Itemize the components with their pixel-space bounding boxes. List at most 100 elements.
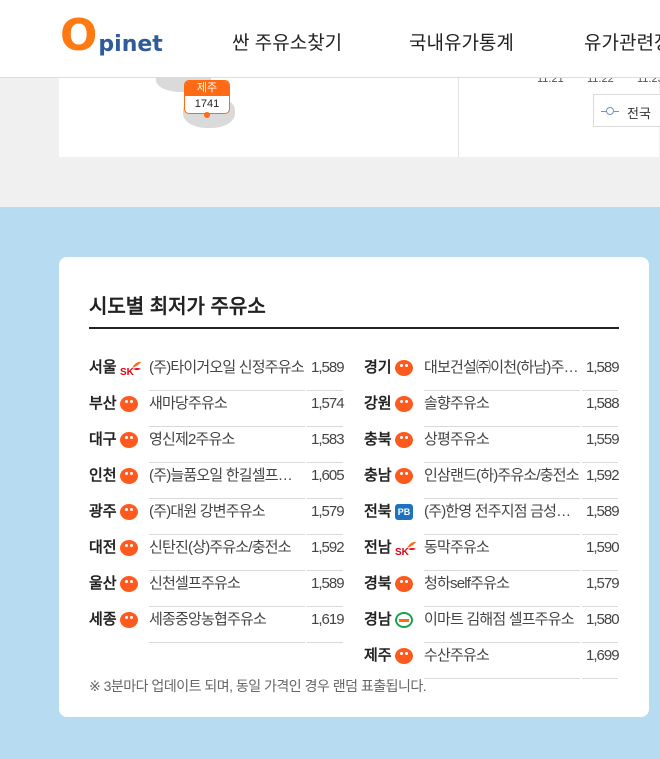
legend-marker-icon <box>606 107 614 115</box>
update-footnote: ※ 3분마다 업데이트 되며, 동일 가격인 경우 랜덤 표출됩니다. <box>89 678 427 694</box>
station-price: 1,699 <box>586 647 620 664</box>
station-price: 1,579 <box>586 575 620 592</box>
row-divider <box>149 462 305 463</box>
gs-caltex-icon <box>120 396 138 412</box>
station-row[interactable]: 서울 SK (주)타이거오일 신정주유소 1,589 <box>89 356 345 392</box>
station-name-link[interactable]: 청하self주유소 <box>424 572 580 596</box>
station-name-link[interactable]: 솔향주유소 <box>424 392 580 416</box>
jeju-price-badge[interactable]: 제주 1741 <box>184 80 230 114</box>
region-label: 충북 <box>364 431 392 448</box>
region-label: 강원 <box>364 395 392 412</box>
row-divider <box>582 642 618 643</box>
station-name-link[interactable]: (주)대원 강변주유소 <box>149 500 305 524</box>
nav-cheap-station-search[interactable]: 싼 주유소찾기 <box>232 28 342 55</box>
region-label: 충남 <box>364 467 392 484</box>
station-name-link[interactable]: 세종중앙농협주유소 <box>149 608 305 632</box>
station-name-link[interactable]: (주)한영 전주지점 금성주유소 <box>424 500 580 524</box>
row-divider <box>424 390 580 391</box>
station-row[interactable]: 경북 청하self주유소 1,579 <box>364 572 620 608</box>
row-divider <box>424 678 580 679</box>
station-row[interactable]: 광주 (주)대원 강변주유소 1,579 <box>89 500 345 536</box>
row-divider <box>307 498 343 499</box>
nav-price-related-info[interactable]: 유가관련정보 <box>584 28 660 55</box>
sk-energy-icon: SK <box>120 360 142 378</box>
gs-caltex-icon <box>120 432 138 448</box>
station-name-link[interactable]: 신천셀프주유소 <box>149 572 305 596</box>
station-name-link[interactable]: 이마트 김해점 셀프주유소 <box>424 608 580 632</box>
region-label: 부산 <box>89 395 117 412</box>
region-label: 제주 <box>364 647 392 664</box>
row-divider <box>424 462 580 463</box>
station-row[interactable]: 부산 새마당주유소 1,574 <box>89 392 345 428</box>
station-price: 1,619 <box>311 611 345 628</box>
row-divider <box>424 642 580 643</box>
station-price: 1,559 <box>586 431 620 448</box>
station-price: 1,589 <box>311 575 345 592</box>
row-divider <box>307 570 343 571</box>
region-label: 광주 <box>89 503 117 520</box>
pb-icon: PB <box>395 504 413 520</box>
row-divider <box>149 534 305 535</box>
station-price: 1,589 <box>586 359 620 376</box>
station-row[interactable]: 대구 영신제2주유소 1,583 <box>89 428 345 464</box>
station-row[interactable]: 전남 SK 동막주유소 1,590 <box>364 536 620 572</box>
row-divider <box>424 498 580 499</box>
station-name-link[interactable]: 신탄진(상)주유소/충전소 <box>149 536 305 560</box>
station-name-link[interactable]: 상평주유소 <box>424 428 580 452</box>
station-price: 1,590 <box>586 539 620 556</box>
row-divider <box>307 462 343 463</box>
svg-text:SK: SK <box>120 367 135 376</box>
gs-caltex-icon <box>395 432 413 448</box>
sk-energy-icon: SK <box>395 540 417 558</box>
row-divider <box>307 606 343 607</box>
region-label: 전북 <box>364 503 392 520</box>
station-row[interactable]: 세종 세종중앙농협주유소 1,619 <box>89 608 345 644</box>
gs-caltex-icon <box>395 576 413 592</box>
row-divider <box>149 498 305 499</box>
title-divider <box>89 327 619 329</box>
station-row[interactable]: 충남 인삼랜드(하)주유소/충전소 1,592 <box>364 464 620 500</box>
region-label: 서울 <box>89 359 117 376</box>
station-name-link[interactable]: (주)늘품오일 한길셀프주유소 <box>149 464 305 488</box>
station-row[interactable]: 울산 신천셀프주유소 1,589 <box>89 572 345 608</box>
station-row[interactable]: 충북 상평주유소 1,559 <box>364 428 620 464</box>
station-name-link[interactable]: 영신제2주유소 <box>149 428 305 452</box>
gs-caltex-icon <box>120 576 138 592</box>
station-name-link[interactable]: 수산주유소 <box>424 644 580 668</box>
region-label: 인천 <box>89 467 117 484</box>
nav-domestic-price-stats[interactable]: 국내유가통계 <box>409 28 514 55</box>
row-divider <box>149 426 305 427</box>
site-header: O pinet 싼 주유소찾기 국내유가통계 유가관련정보 <box>0 0 660 78</box>
station-row[interactable]: 경남 이마트 김해점 셀프주유소 1,580 <box>364 608 620 644</box>
station-name-link[interactable]: 인삼랜드(하)주유소/충전소 <box>424 464 580 488</box>
station-row[interactable]: 인천 (주)늘품오일 한길셀프주유소 1,605 <box>89 464 345 500</box>
row-divider <box>307 426 343 427</box>
panel-divider <box>458 78 459 157</box>
station-name-link[interactable]: (주)타이거오일 신정주유소 <box>149 356 305 380</box>
gs-caltex-icon <box>395 468 413 484</box>
gs-caltex-icon <box>120 612 138 628</box>
svg-text:SK: SK <box>395 547 410 556</box>
row-divider <box>149 642 305 643</box>
station-price: 1,579 <box>311 503 345 520</box>
region-label: 울산 <box>89 575 117 592</box>
station-row[interactable]: 대전 신탄진(상)주유소/충전소 1,592 <box>89 536 345 572</box>
station-row[interactable]: 전북 PB (주)한영 전주지점 금성주유소 1,589 <box>364 500 620 536</box>
gs-caltex-icon <box>395 396 413 412</box>
row-divider <box>149 390 305 391</box>
gs-caltex-icon <box>395 648 413 664</box>
region-label: 대구 <box>89 431 117 448</box>
station-price: 1,592 <box>311 539 345 556</box>
opinet-logo[interactable]: O pinet <box>60 14 163 58</box>
station-name-link[interactable]: 새마당주유소 <box>149 392 305 416</box>
station-name-link[interactable]: 동막주유소 <box>424 536 580 560</box>
station-row[interactable]: 제주 수산주유소 1,699 <box>364 644 620 680</box>
station-name-link[interactable]: 대보건설㈜이천(하남)주유소 <box>424 356 580 380</box>
row-divider <box>424 534 580 535</box>
station-row[interactable]: 경기 대보건설㈜이천(하남)주유소 1,589 <box>364 356 620 392</box>
row-divider <box>149 606 305 607</box>
station-price: 1,605 <box>311 467 345 484</box>
region-label: 전남 <box>364 539 392 556</box>
station-row[interactable]: 강원 솔향주유소 1,588 <box>364 392 620 428</box>
row-divider <box>582 426 618 427</box>
